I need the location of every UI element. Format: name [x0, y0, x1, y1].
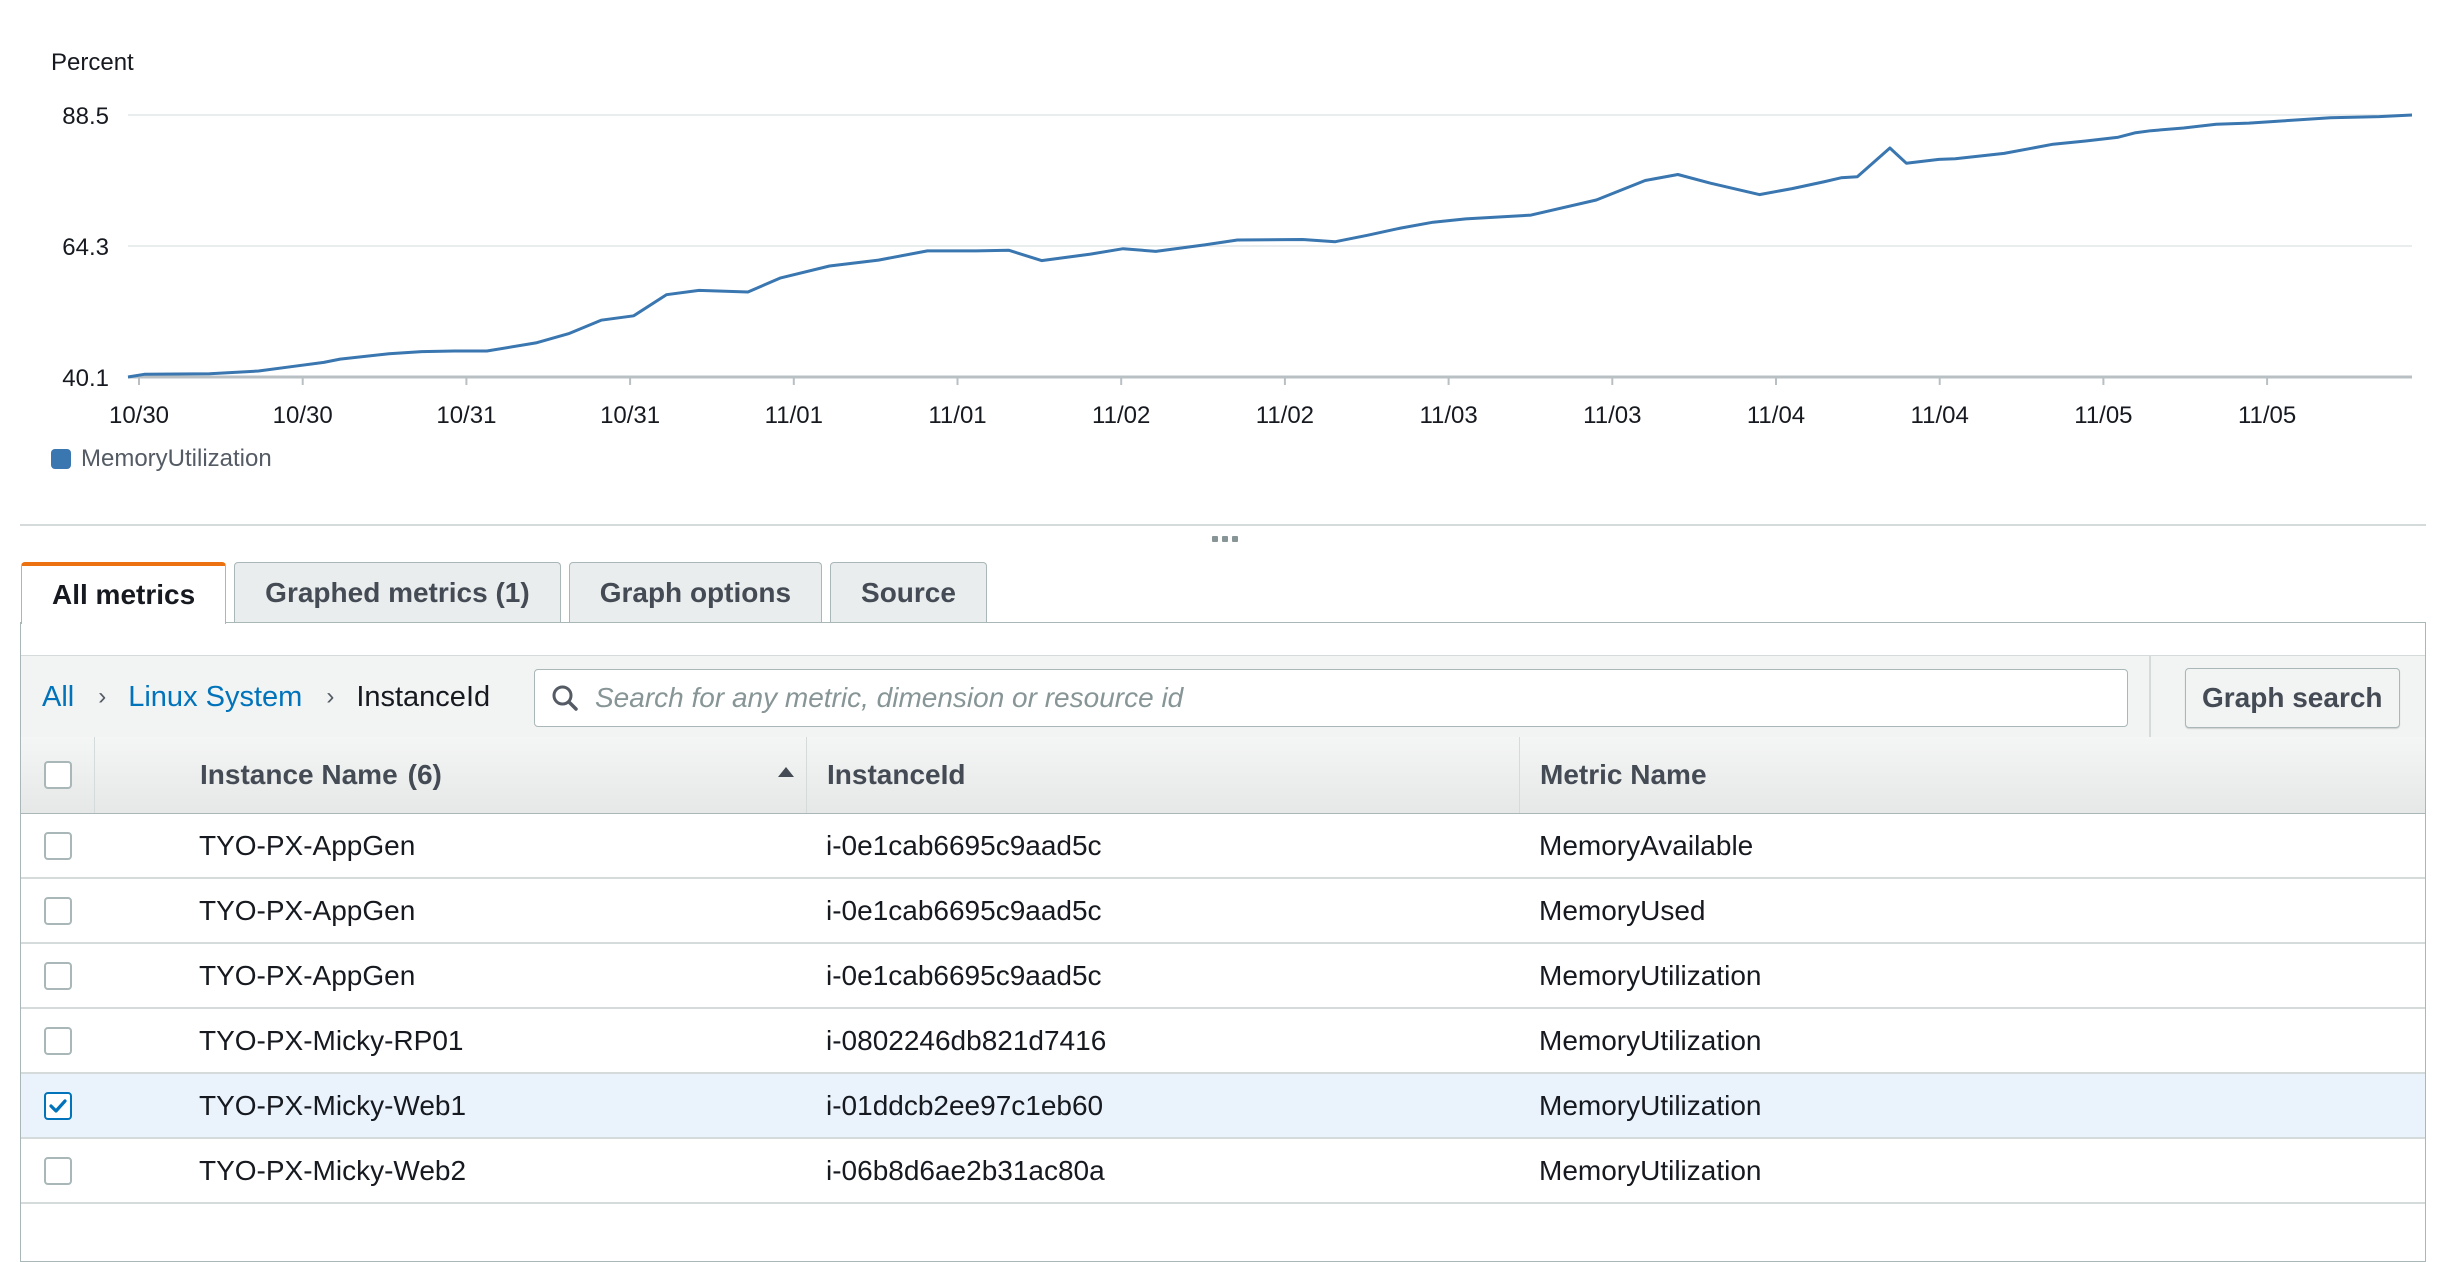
x-tick-label: 11/04 [1747, 402, 1805, 429]
y-tick-label: 88.5 [62, 103, 109, 130]
column-header-instance-id[interactable]: InstanceId [807, 737, 1520, 813]
x-tick-label: 11/05 [2238, 402, 2296, 429]
metrics-table: Instance Name (6) InstanceId Metric Name … [21, 737, 2425, 1204]
metric-name-cell: MemoryUtilization [1539, 1024, 1762, 1056]
x-tick-label: 11/01 [765, 402, 823, 429]
metrics-graph: Percent 40.1 64.3 88.5 10/30 10/30 10/31 10/3… [0, 0, 2442, 520]
resize-handle-icon[interactable] [1212, 534, 1238, 544]
table-row[interactable]: TYO-PX-Micky-Web1 i-01ddcb2ee97c1eb60 Me… [21, 1074, 2425, 1139]
instance-count: (6) [407, 759, 442, 790]
row-select-cell [21, 814, 95, 877]
instance-name-cell: TYO-PX-AppGen [199, 829, 416, 861]
x-tick-label: 10/31 [436, 402, 496, 429]
legend-swatch [51, 449, 71, 469]
x-tick-label: 11/03 [1583, 402, 1641, 429]
instance-id-cell: i-06b8d6ae2b31ac80a [826, 1154, 1105, 1186]
graph-panel-divider [20, 524, 2426, 526]
x-tick-label: 11/05 [2074, 402, 2132, 429]
column-header-instance-name[interactable]: Instance Name (6) [95, 737, 807, 813]
sort-ascending-icon [778, 767, 794, 777]
x-tick-label: 11/03 [1419, 402, 1477, 429]
column-header-metric-name[interactable]: Metric Name [1520, 737, 2425, 813]
breadcrumb: All › Linux System › InstanceId [42, 656, 490, 738]
table-row[interactable]: TYO-PX-Micky-Web2 i-06b8d6ae2b31ac80a Me… [21, 1139, 2425, 1204]
line-chart: Percent 40.1 64.3 88.5 10/30 10/30 10/31 10/3… [51, 49, 2413, 429]
row-select-cell [21, 1009, 95, 1072]
y-axis-label: Percent [51, 49, 134, 76]
x-tick-label: 10/30 [273, 402, 333, 429]
checkmark-icon [49, 1098, 67, 1113]
instance-name-cell: TYO-PX-Micky-RP01 [199, 1024, 464, 1056]
chart-legend: MemoryUtilization [51, 445, 272, 473]
tab-graphed-metrics[interactable]: Graphed metrics (1) [234, 562, 561, 622]
instance-id-cell: i-0e1cab6695c9aad5c [826, 894, 1102, 926]
legend-label: MemoryUtilization [81, 445, 272, 472]
metrics-tabs: All metrics Graphed metrics (1) Graph op… [21, 562, 995, 624]
row-select-cell [21, 1074, 95, 1137]
metric-name-cell: MemoryAvailable [1539, 829, 1754, 861]
metric-name-cell: MemoryUsed [1539, 894, 1706, 926]
table-row[interactable]: TYO-PX-AppGen i-0e1cab6695c9aad5c Memory… [21, 944, 2425, 1009]
breadcrumb-all-link[interactable]: All [42, 681, 74, 714]
instance-id-cell: i-0e1cab6695c9aad5c [826, 959, 1102, 991]
metric-name-cell: MemoryUtilization [1539, 959, 1762, 991]
table-body: TYO-PX-AppGen i-0e1cab6695c9aad5c Memory… [21, 814, 2425, 1204]
all-metrics-panel: All › Linux System › InstanceId Graph se… [20, 622, 2426, 1262]
row-select-cell [21, 879, 95, 942]
row-checkbox[interactable] [44, 896, 72, 925]
tab-graph-options[interactable]: Graph options [568, 562, 823, 622]
select-all-checkbox[interactable] [43, 761, 72, 789]
x-tick-label: 11/04 [1911, 402, 1969, 429]
instance-id-cell: i-0e1cab6695c9aad5c [826, 829, 1102, 861]
graph-search-button[interactable]: Graph search [2185, 668, 2400, 728]
row-checkbox[interactable] [44, 1026, 72, 1055]
x-tick-label: 11/02 [1092, 402, 1150, 429]
row-select-cell [21, 1139, 95, 1202]
table-row[interactable]: TYO-PX-Micky-RP01 i-0802246db821d7416 Me… [21, 1009, 2425, 1074]
table-row[interactable]: TYO-PX-AppGen i-0e1cab6695c9aad5c Memory… [21, 814, 2425, 879]
column-header-label: Instance Name [200, 759, 398, 790]
namespace-toolbar: All › Linux System › InstanceId Graph se… [21, 655, 2425, 739]
instance-name-cell: TYO-PX-Micky-Web2 [199, 1154, 467, 1186]
breadcrumb-linux-system-link[interactable]: Linux System [128, 681, 302, 714]
metric-name-cell: MemoryUtilization [1539, 1089, 1762, 1121]
x-tick-label: 11/01 [928, 402, 986, 429]
instance-name-cell: TYO-PX-AppGen [199, 959, 416, 991]
table-row[interactable]: TYO-PX-AppGen i-0e1cab6695c9aad5c Memory… [21, 879, 2425, 944]
row-checkbox[interactable] [44, 831, 72, 860]
row-select-cell [21, 944, 95, 1007]
x-tick-label: 10/31 [600, 402, 660, 429]
x-tick-label: 10/30 [109, 402, 169, 429]
row-checkbox[interactable] [44, 961, 72, 990]
table-header: Instance Name (6) InstanceId Metric Name [21, 737, 2425, 814]
tab-all-metrics[interactable]: All metrics [21, 562, 227, 624]
x-tick-label: 11/02 [1256, 402, 1314, 429]
search-input[interactable] [593, 681, 2127, 715]
chevron-right-icon: › [326, 683, 335, 710]
toolbar-separator [2149, 656, 2151, 738]
chevron-right-icon: › [98, 683, 107, 710]
header-select-all-cell [21, 737, 95, 813]
y-tick-label: 40.1 [62, 365, 109, 392]
search-icon [552, 685, 578, 711]
row-checkbox[interactable] [44, 1091, 72, 1120]
instance-id-cell: i-01ddcb2ee97c1eb60 [826, 1089, 1104, 1121]
metric-search-box[interactable] [534, 669, 2128, 727]
tab-source[interactable]: Source [830, 562, 987, 622]
instance-name-cell: TYO-PX-AppGen [199, 894, 416, 926]
instance-name-cell: TYO-PX-Micky-Web1 [199, 1089, 467, 1121]
y-tick-label: 64.3 [62, 234, 109, 261]
breadcrumb-current: InstanceId [356, 680, 491, 713]
row-checkbox[interactable] [44, 1156, 72, 1185]
metric-name-cell: MemoryUtilization [1539, 1154, 1762, 1186]
instance-id-cell: i-0802246db821d7416 [826, 1024, 1107, 1056]
